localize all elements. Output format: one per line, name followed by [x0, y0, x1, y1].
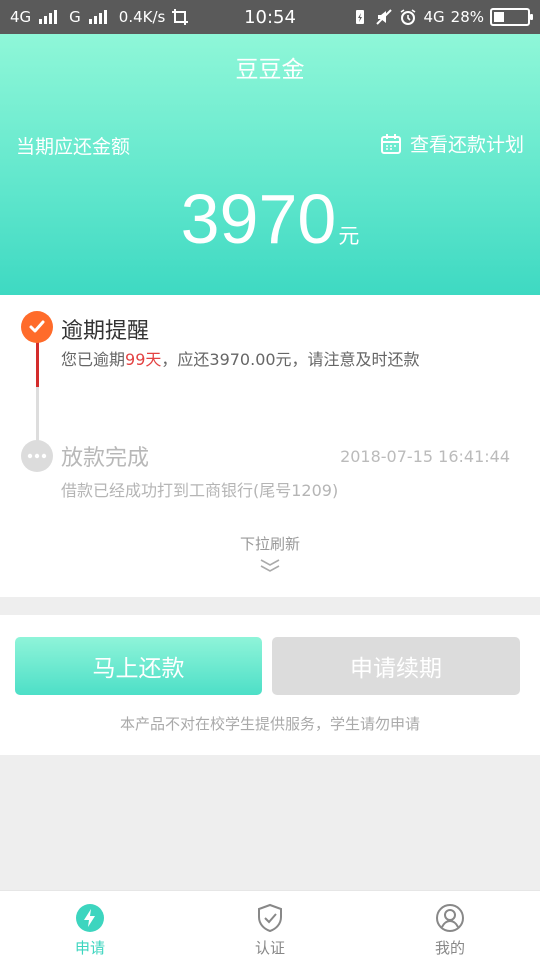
- signal-icon: [39, 10, 58, 24]
- pull-refresh-hint: 下拉刷新: [239, 535, 300, 553]
- nav-apply[interactable]: 申请: [0, 891, 180, 960]
- calendar-icon: [380, 133, 401, 154]
- student-notice: 本产品不对在校学生提供服务，学生请勿申请: [119, 715, 420, 733]
- page-title: 豆豆金: [235, 57, 305, 83]
- amount-label: 当期应还金额: [16, 136, 131, 158]
- loan-complete-time: 2018-07-15 16:41:44: [340, 447, 510, 466]
- network-4g-label: 4G: [423, 8, 445, 26]
- due-amount-unit: 元: [338, 225, 360, 248]
- repayment-plan-link[interactable]: 查看还款计划: [380, 130, 524, 157]
- nav-mine-label: 我的: [434, 939, 465, 957]
- alarm-icon: [401, 9, 416, 25]
- loan-timeline: 逾期提醒 您已逾期99天，应还3970.00元，请注意及时还款 放款完成 201…: [0, 295, 540, 597]
- user-icon: [436, 904, 464, 932]
- battery-saver-icon: [356, 10, 365, 24]
- action-panel: 马上还款 申请续期 本产品不对在校学生提供服务，学生请勿申请: [0, 615, 540, 755]
- nav-verify-label: 认证: [254, 939, 285, 957]
- apply-extension-button[interactable]: 申请续期: [272, 637, 520, 695]
- check-icon: [21, 311, 53, 343]
- mute-icon: [376, 9, 393, 25]
- repay-now-button[interactable]: 马上还款: [15, 637, 262, 695]
- nav-verify[interactable]: 认证: [180, 891, 360, 960]
- bottom-nav: 申请 认证 我的: [0, 890, 540, 960]
- due-amount: 3970元: [0, 184, 540, 254]
- overdue-days: 99天: [125, 350, 162, 369]
- nav-apply-label: 申请: [74, 939, 105, 957]
- more-dots-icon: [21, 440, 53, 472]
- lightning-icon: [76, 904, 104, 932]
- battery-icon: [490, 8, 533, 26]
- status-bar: 4G G 0.4K/s 10:54 4G 28%: [0, 0, 540, 34]
- header-banner: 豆豆金 当期应还金额 查看还款计划 3970元: [0, 34, 540, 295]
- loan-complete-desc: 借款已经成功打到工商银行(尾号1209): [61, 481, 339, 500]
- screenshot-icon: [172, 9, 189, 25]
- nav-mine[interactable]: 我的: [360, 891, 540, 960]
- shield-check-icon: [258, 903, 282, 933]
- loan-complete-title: 放款完成: [61, 446, 150, 471]
- signal-icon: [88, 10, 107, 24]
- double-chevron-down-icon: [260, 559, 280, 572]
- network-speed: 0.4K/s: [118, 8, 166, 26]
- repayment-plan-label: 查看还款计划: [409, 134, 524, 156]
- overdue-reminder-title: 逾期提醒: [61, 319, 150, 344]
- network-g-label: G: [69, 8, 81, 26]
- overdue-reminder-desc: 您已逾期99天，应还3970.00元，请注意及时还款: [61, 350, 420, 369]
- battery-percent: 28%: [450, 8, 484, 26]
- network-4g-label: 4G: [10, 8, 32, 26]
- due-amount-value: 3970: [180, 180, 337, 258]
